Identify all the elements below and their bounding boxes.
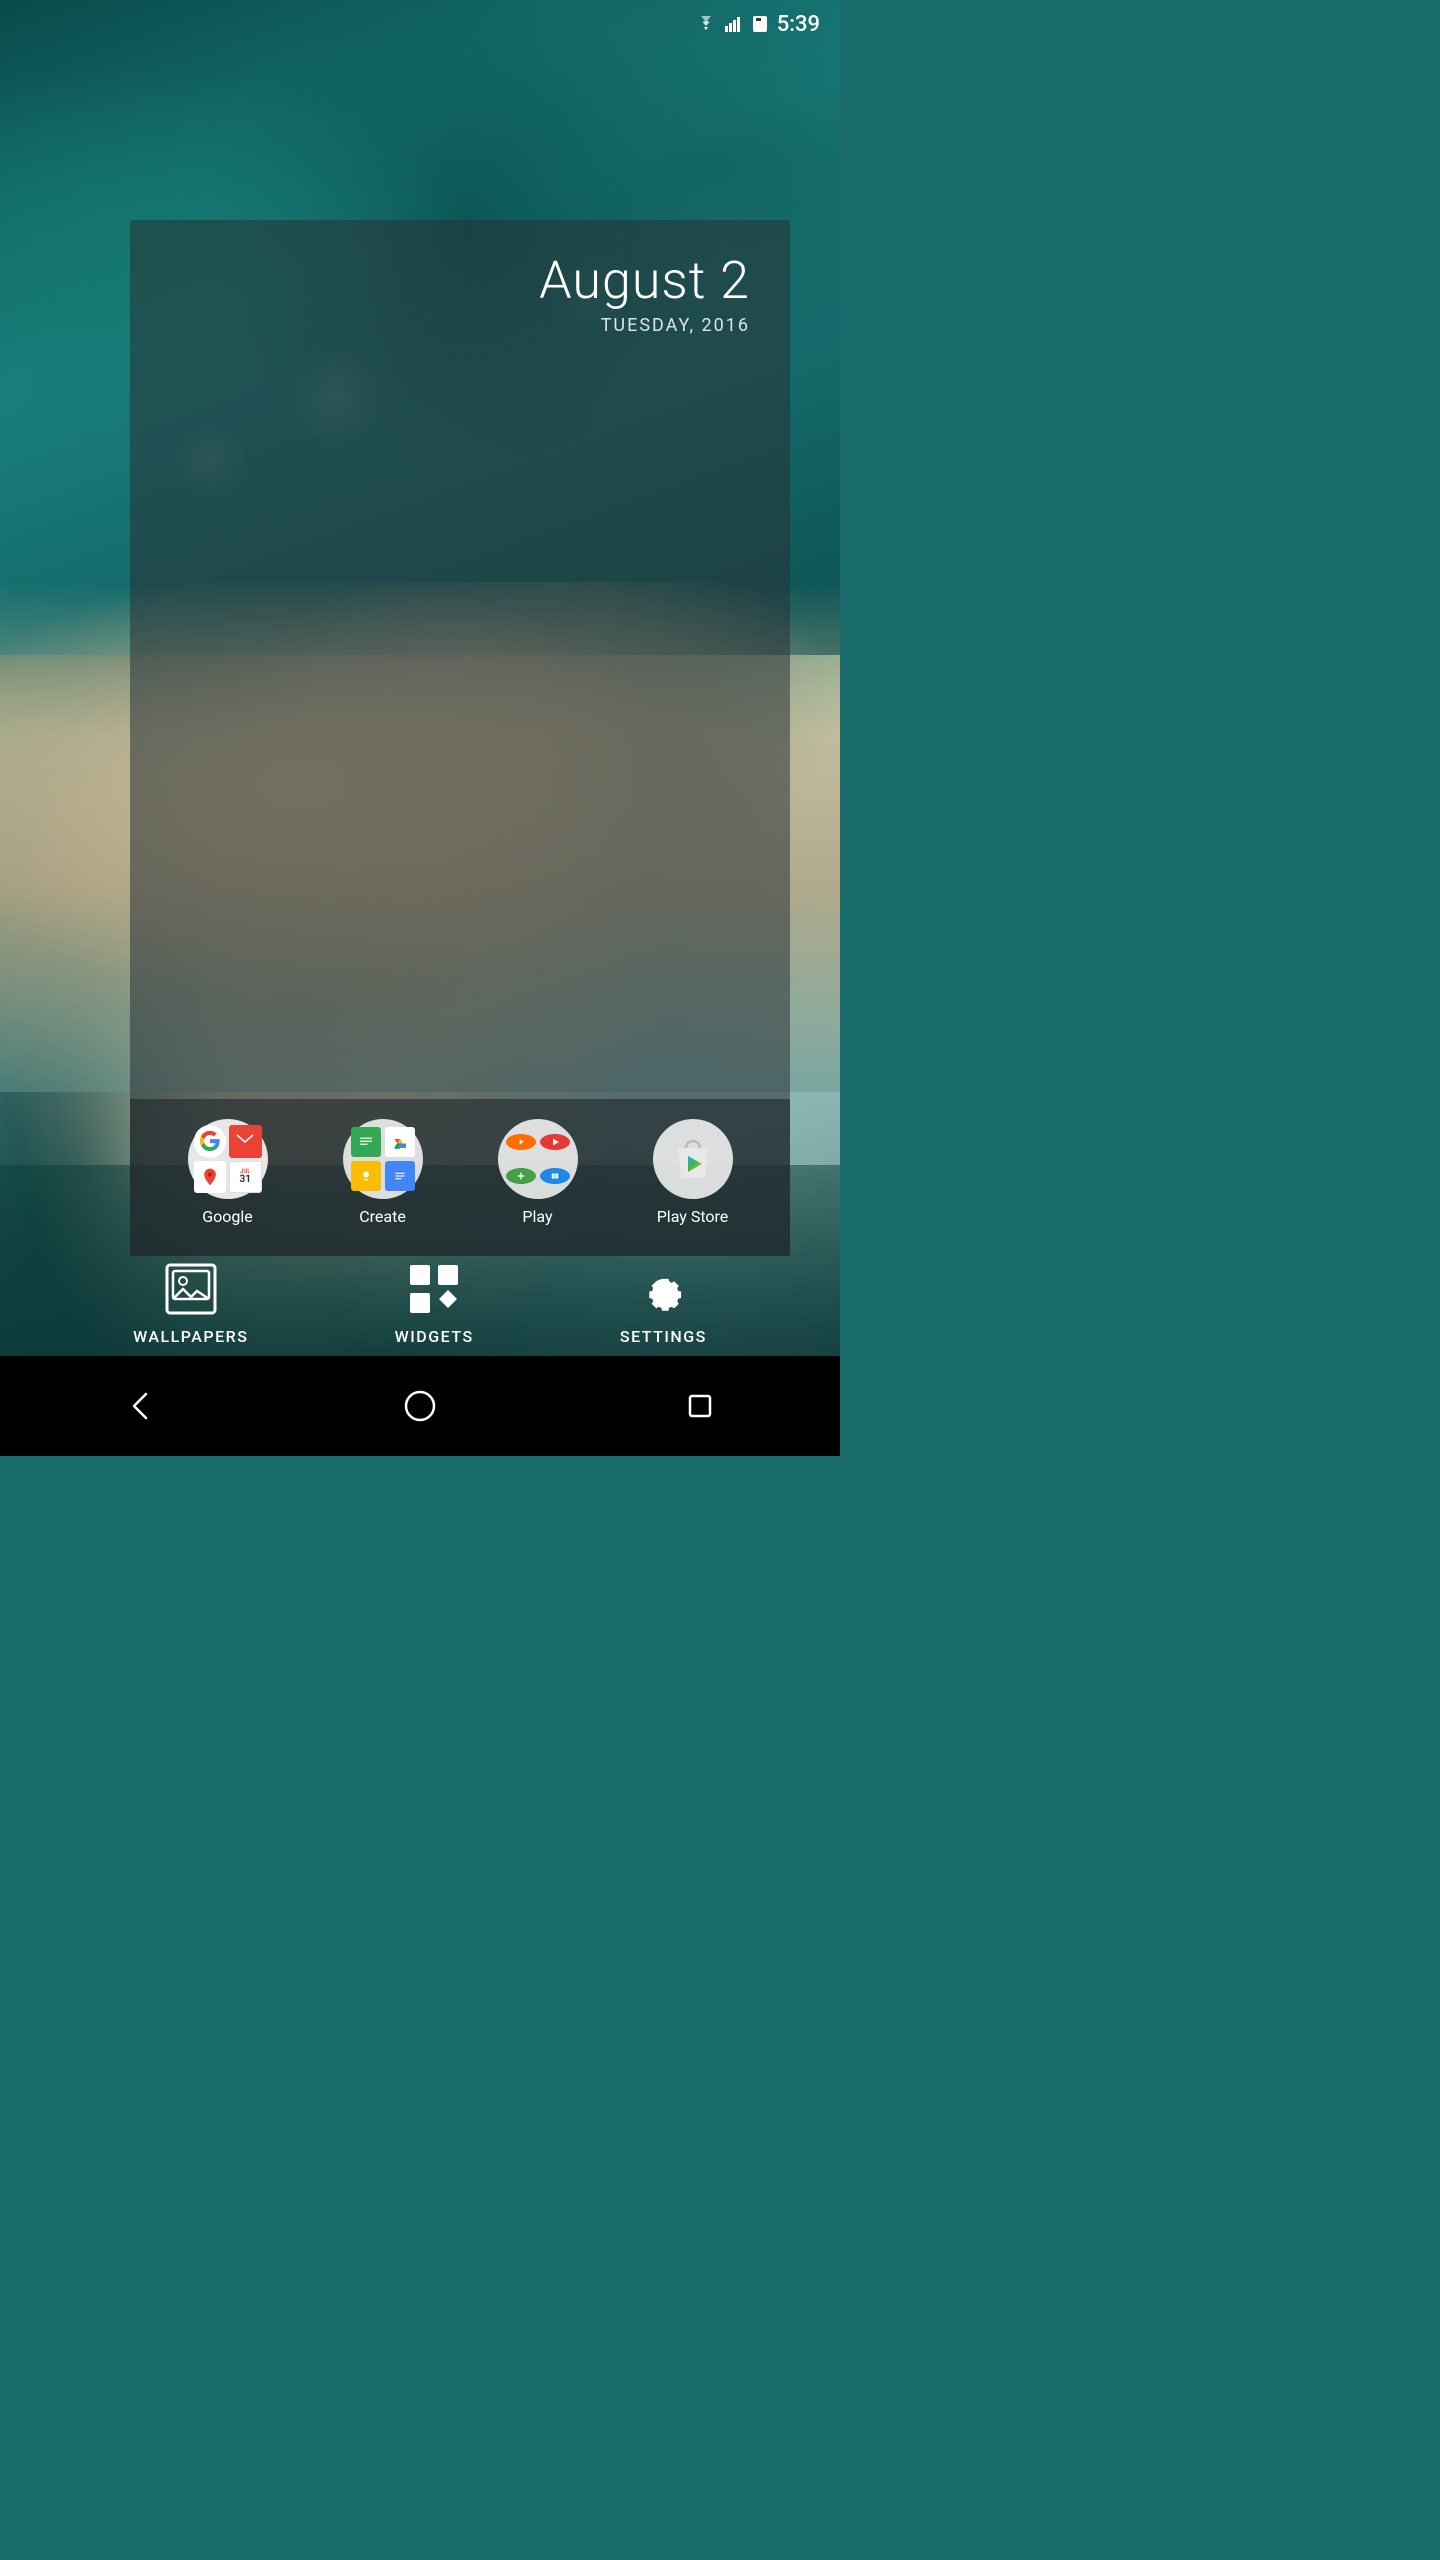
google-g-mini — [194, 1125, 227, 1158]
widgets-icon — [406, 1261, 462, 1317]
widgets-label: WIDGETS — [395, 1327, 474, 1346]
storage-icon — [751, 16, 769, 32]
app-grid-area — [130, 356, 790, 1099]
playstore-app-item[interactable]: Play Store — [625, 1119, 760, 1226]
wifi-icon — [695, 16, 717, 32]
music-mini — [506, 1134, 536, 1150]
create-folder-icon — [343, 1119, 423, 1199]
books-mini — [540, 1168, 570, 1184]
google-label: Google — [202, 1207, 253, 1226]
settings-label: SETTINGS — [620, 1327, 707, 1346]
date-section: August 2 TUESDAY, 2016 — [130, 220, 790, 356]
playstore-icon — [653, 1119, 733, 1199]
maps-mini — [194, 1161, 227, 1194]
wallpapers-label: WALLPAPERS — [133, 1327, 248, 1346]
play-folder-icon — [498, 1119, 578, 1199]
signal-icon — [725, 16, 743, 32]
sheets-mini — [351, 1127, 381, 1157]
games-mini — [506, 1168, 536, 1184]
play-app-item[interactable]: Play — [470, 1119, 605, 1226]
gmail-mini — [229, 1125, 262, 1158]
nav-bar — [0, 1356, 840, 1456]
date-main: August 2 — [170, 250, 750, 311]
date-sub: TUESDAY, 2016 — [170, 315, 750, 336]
docs-mini — [385, 1161, 415, 1191]
google-app-item[interactable]: JUL 31 Google — [160, 1119, 295, 1226]
settings-item[interactable]: SETTINGS — [620, 1261, 707, 1346]
playstore-label: Play Store — [657, 1207, 729, 1226]
nav-back-button[interactable] — [122, 1388, 158, 1424]
calendar-mini: JUL 31 — [229, 1161, 262, 1194]
widgets-item[interactable]: WIDGETS — [395, 1261, 474, 1346]
movies-mini — [540, 1134, 570, 1150]
wallpapers-item[interactable]: WALLPAPERS — [133, 1261, 248, 1346]
main-panel: August 2 TUESDAY, 2016 — [130, 220, 790, 1256]
status-time: 5:39 — [777, 12, 820, 37]
nav-home-button[interactable] — [402, 1388, 438, 1424]
wallpapers-icon — [163, 1261, 219, 1317]
nav-recents-button[interactable] — [682, 1388, 718, 1424]
create-app-item[interactable]: Create — [315, 1119, 450, 1226]
bottom-bar: WALLPAPERS WIDGETS SETTINGS — [0, 1241, 840, 1356]
play-label: Play — [522, 1207, 552, 1226]
google-folder-icon: JUL 31 — [188, 1119, 268, 1199]
keep-mini — [351, 1161, 381, 1191]
status-bar: 5:39 — [0, 0, 840, 48]
create-label: Create — [359, 1207, 406, 1226]
drive-mini — [385, 1127, 415, 1157]
app-row: JUL 31 Google — [130, 1099, 790, 1256]
settings-icon — [635, 1261, 691, 1317]
